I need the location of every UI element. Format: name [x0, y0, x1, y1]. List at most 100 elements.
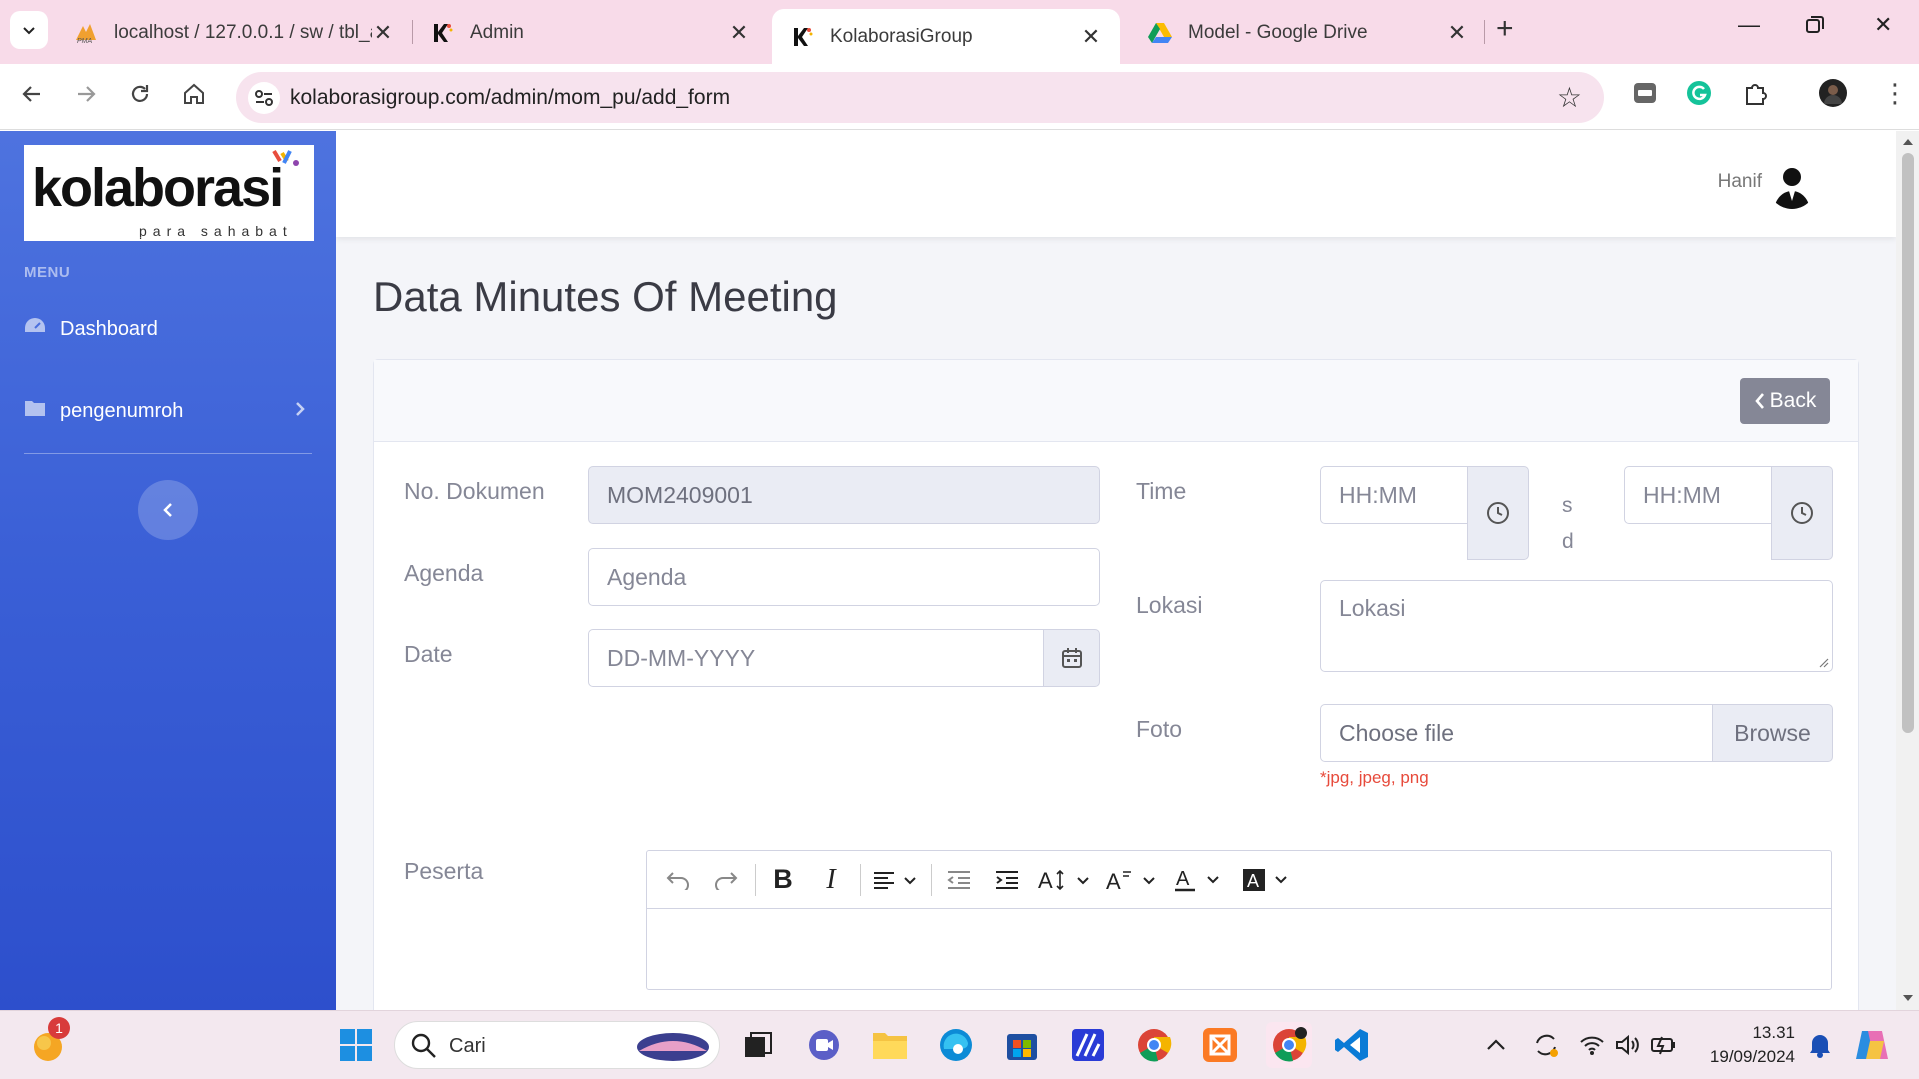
close-icon[interactable]: ✕ [1446, 20, 1468, 46]
brand-logo[interactable]: kolaborasi para sahabat [24, 145, 314, 241]
home-icon[interactable] [182, 82, 206, 113]
bold-icon[interactable]: B [764, 860, 802, 900]
toolbar-separator [931, 863, 932, 896]
page-scrollbar[interactable] [1896, 131, 1919, 1010]
italic-icon[interactable]: I [812, 860, 850, 900]
resize-handle-icon[interactable] [1817, 656, 1829, 668]
sidebar-item-pengenumroh[interactable]: pengenumroh [24, 399, 312, 423]
align-dropdown-icon[interactable] [869, 860, 921, 900]
time-separator: s d [1562, 494, 1574, 553]
back-button[interactable]: Back [1740, 378, 1830, 424]
sidebar-toggle-button[interactable] [138, 480, 198, 540]
lokasi-label: Lokasi [1136, 592, 1203, 618]
form-card: Back No. Dokumen MOM2409001 Agenda Agend… [373, 359, 1859, 1010]
date-label: Date [404, 641, 453, 667]
font-size-dropdown-icon[interactable]: A [1036, 860, 1094, 900]
browse-button[interactable]: Browse [1712, 704, 1833, 762]
close-icon[interactable]: ✕ [728, 20, 750, 46]
foto-format-note: *jpg, jpeg, png [1320, 768, 1429, 787]
chevron-up-icon[interactable] [1476, 1025, 1516, 1065]
xampp-icon[interactable] [1200, 1025, 1240, 1065]
user-name[interactable]: Hanif [1718, 171, 1762, 193]
windows-start-icon[interactable] [336, 1025, 376, 1065]
app-icon[interactable] [1068, 1025, 1108, 1065]
time-start-input[interactable]: HH:MM [1320, 466, 1468, 524]
tab-phpmyadmin[interactable]: PMA localhost / 127.0.0.1 / sw / tbl_a ✕ [56, 9, 412, 56]
undo-icon[interactable] [659, 860, 697, 900]
logo-text: kolaborasi [32, 158, 284, 218]
redo-icon[interactable] [707, 860, 745, 900]
tab-label: localhost / 127.0.0.1 / sw / tbl_a [114, 21, 372, 43]
back-arrow-icon[interactable] [20, 82, 44, 113]
time-start-picker[interactable] [1467, 466, 1529, 560]
close-window-icon[interactable]: ✕ [1874, 12, 1892, 38]
extension-icon[interactable] [1632, 80, 1658, 113]
tab-separator [1484, 20, 1485, 44]
chrome-icon[interactable] [1134, 1025, 1174, 1065]
font-family-dropdown-icon[interactable]: A [1104, 860, 1162, 900]
url-bar[interactable]: kolaborasigroup.com/admin/mom_pu/add_for… [236, 72, 1604, 123]
microsoft-store-icon[interactable] [1002, 1025, 1042, 1065]
tab-label: Admin [470, 21, 524, 43]
restore-icon[interactable] [1806, 14, 1824, 40]
agenda-input[interactable]: Agenda [588, 548, 1100, 606]
scroll-thumb[interactable] [1902, 153, 1914, 733]
tab-search-button[interactable] [10, 11, 48, 49]
profile-avatar[interactable] [1818, 78, 1848, 115]
system-clock[interactable]: 13.31 19/09/2024 [1710, 1021, 1795, 1069]
puzzle-icon[interactable] [1742, 80, 1768, 113]
tab-kolaborasigroup[interactable]: KolaborasiGroup ✕ [772, 9, 1120, 64]
lokasi-textarea[interactable]: Lokasi [1320, 580, 1833, 672]
wifi-icon[interactable] [1572, 1025, 1612, 1065]
date-input[interactable]: DD-MM-YYYY [588, 629, 1044, 687]
vscode-icon[interactable] [1332, 1025, 1372, 1065]
time-end-picker[interactable] [1771, 466, 1833, 560]
taskbar-search-box[interactable]: Cari [394, 1021, 720, 1069]
foto-file-input[interactable]: Choose file [1320, 704, 1713, 762]
tab-google-drive[interactable]: Model - Google Drive ✕ [1130, 9, 1486, 56]
scroll-up-icon[interactable] [1902, 137, 1914, 147]
grammarly-icon[interactable] [1686, 80, 1712, 113]
time-end-input[interactable]: HH:MM [1624, 466, 1772, 524]
user-avatar[interactable] [1768, 161, 1816, 209]
peserta-editor[interactable]: B I A A A A [646, 850, 1832, 990]
scroll-down-icon[interactable] [1902, 993, 1914, 1003]
copilot-icon[interactable] [1852, 1025, 1892, 1065]
volume-icon[interactable] [1608, 1025, 1648, 1065]
file-explorer-icon[interactable] [870, 1025, 910, 1065]
close-icon[interactable]: ✕ [372, 20, 394, 46]
no-dokumen-field: MOM2409001 [588, 466, 1100, 524]
weather-widget-icon[interactable]: 1 [28, 1017, 70, 1065]
sidebar-divider [24, 237, 312, 238]
sidebar-item-dashboard[interactable]: Dashboard [24, 317, 158, 341]
teams-meet-icon[interactable] [804, 1025, 844, 1065]
font-color-dropdown-icon[interactable]: A [1172, 860, 1230, 900]
outdent-icon[interactable] [940, 860, 978, 900]
tab-admin[interactable]: Admin ✕ [412, 9, 768, 56]
notification-bell-icon[interactable] [1800, 1025, 1840, 1065]
minimize-icon[interactable]: — [1738, 12, 1760, 38]
card-header: Back [374, 360, 1858, 442]
clock-icon [1791, 502, 1813, 524]
svg-text:A: A [1247, 871, 1259, 891]
edge-browser-icon[interactable] [936, 1025, 976, 1065]
task-view-icon[interactable] [738, 1025, 778, 1065]
bookmark-star-icon[interactable]: ☆ [1557, 81, 1582, 114]
background-color-dropdown-icon[interactable]: A [1240, 860, 1298, 900]
browser-menu-icon[interactable]: ⋮ [1882, 78, 1908, 109]
sync-icon[interactable] [1526, 1025, 1566, 1065]
date-picker-button[interactable] [1043, 629, 1100, 687]
clock-date: 19/09/2024 [1709, 1047, 1795, 1066]
site-settings-icon[interactable] [248, 82, 280, 114]
agenda-placeholder: Agenda [607, 563, 687, 590]
battery-icon[interactable] [1644, 1025, 1684, 1065]
chrome-profile-icon[interactable] [1266, 1022, 1312, 1068]
forward-arrow-icon[interactable] [74, 82, 98, 113]
windows-taskbar: 1 Cari 13.31 19/09/2024 [0, 1010, 1919, 1079]
new-tab-button[interactable]: + [1496, 12, 1514, 46]
indent-icon[interactable] [988, 860, 1026, 900]
browse-label: Browse [1734, 719, 1811, 746]
reload-icon[interactable] [128, 82, 152, 113]
close-icon[interactable]: ✕ [1080, 24, 1102, 50]
folder-icon [24, 399, 48, 423]
